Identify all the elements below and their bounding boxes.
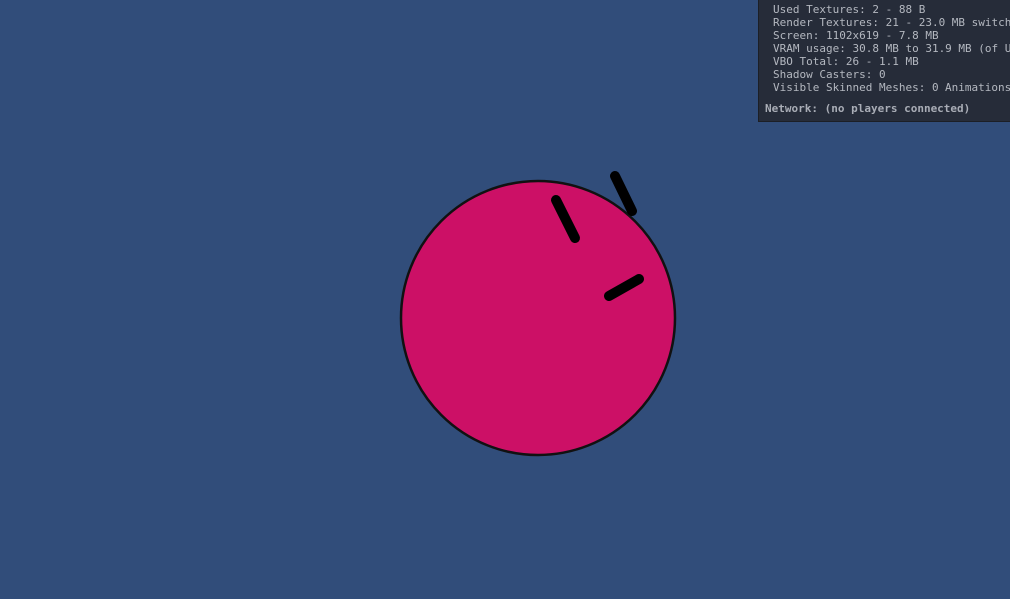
stats-visible-skinned-meshes: Visible Skinned Meshes: 0 [773, 81, 939, 94]
stats-screen: Screen: 1102x619 - 7.8 MB [773, 29, 939, 42]
stats-used-textures: Used Textures: 2 - 88 B [773, 3, 926, 16]
pink-ball [399, 179, 677, 457]
network-status: Network: (no players connected) [765, 102, 971, 115]
stats-animations-label: Animations: [945, 81, 1010, 94]
stats-vram-usage: VRAM usage: 30.8 MB to 31.9 MB (of Unk [773, 42, 1010, 55]
stats-overlay-panel: Used Textures: 2 - 88 B Render Textures:… [758, 0, 1010, 122]
stats-vbo-total: VBO Total: 26 - 1.1 MB [773, 55, 919, 68]
stats-render-textures: Render Textures: 21 - 23.0 MB switches: [773, 16, 1010, 29]
stats-shadow-casters: Shadow Casters: 0 [773, 68, 886, 81]
